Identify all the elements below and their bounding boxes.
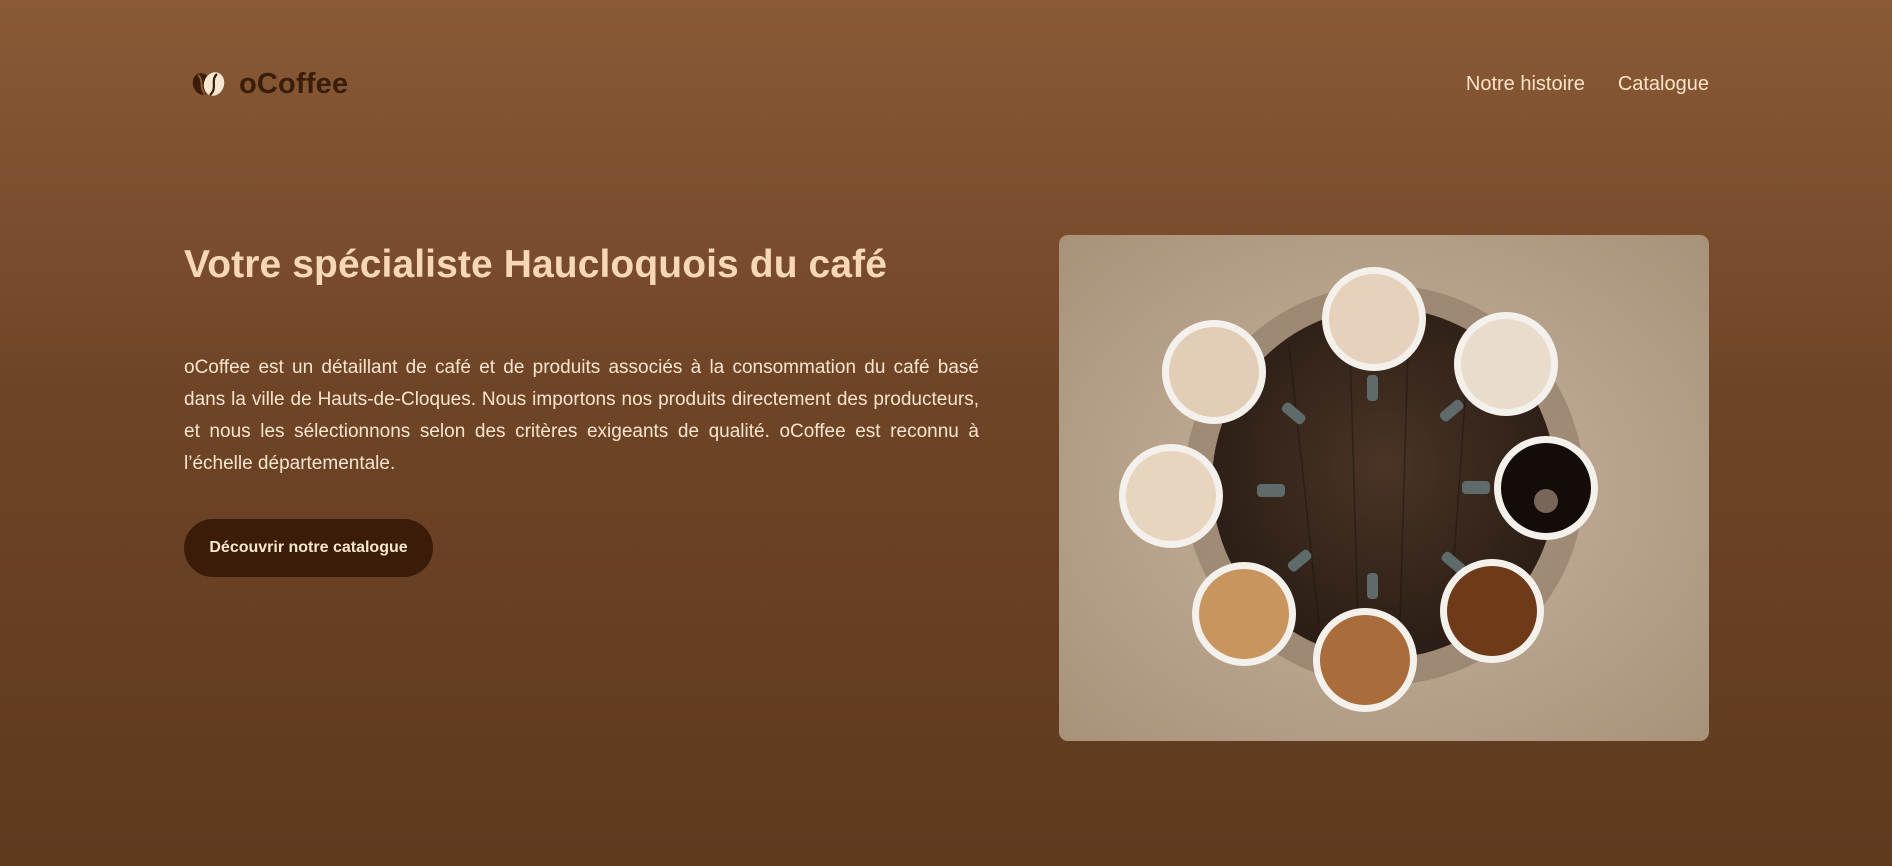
nav-link-catalogue[interactable]: Catalogue [1618,73,1709,96]
site-header: oCoffee Notre histoire Catalogue [189,62,1709,106]
nav-link-notre-histoire[interactable]: Notre histoire [1466,73,1585,96]
brand-logo-link[interactable]: oCoffee [189,68,348,101]
hero-title: Votre spécialiste Haucloquois du café [184,243,888,286]
hero-section: Votre spécialiste Haucloquois du café oC… [184,238,979,480]
coffee-bean-icon [192,72,225,96]
brand-name: oCoffee [239,67,349,100]
main-nav: Notre histoire Catalogue [1466,73,1709,96]
coffee-cups-photo [1059,235,1709,741]
catalogue-cta-button[interactable]: Découvrir notre catalogue [184,519,433,577]
hero-description: oCoffee est un détaillant de café et de … [184,357,979,474]
